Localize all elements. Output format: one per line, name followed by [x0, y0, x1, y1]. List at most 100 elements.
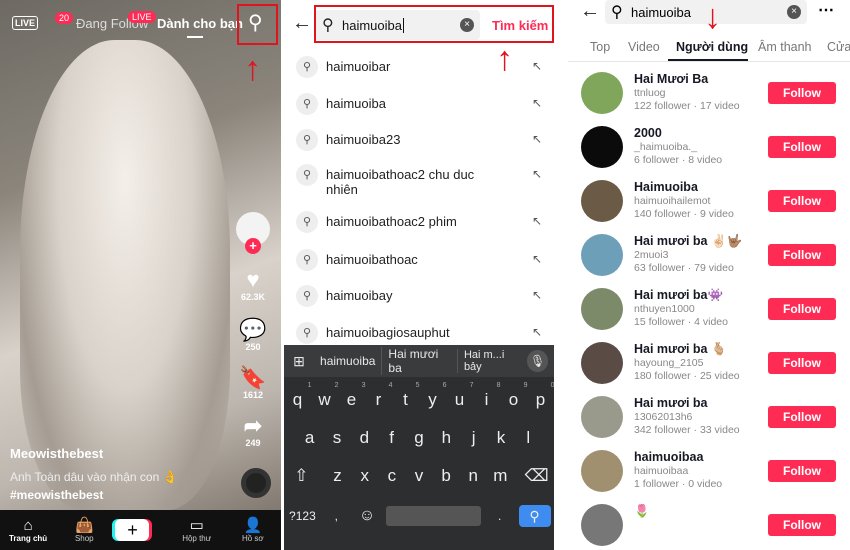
key-w[interactable]: w2	[313, 382, 338, 410]
user-row[interactable]: Haimuoiba haimuoihailemot 140 follower ·…	[568, 180, 850, 222]
key-u[interactable]: u7	[448, 382, 474, 410]
prediction[interactable]: Hai m...i bảy	[456, 349, 527, 373]
fill-arrow-icon[interactable]: ↖	[532, 59, 542, 73]
avatar[interactable]	[581, 450, 623, 492]
key-n[interactable]: n	[461, 466, 485, 486]
avatar[interactable]	[581, 288, 623, 330]
key-d[interactable]: d	[352, 428, 376, 448]
follow-button[interactable]: Follow	[768, 352, 836, 374]
key-f[interactable]: f	[380, 428, 404, 448]
share-button[interactable]: ➦ 249	[235, 414, 271, 449]
user-row[interactable]: haimuoibaa haimuoibaa 1 follower · 0 vid…	[568, 450, 850, 492]
tab-sounds[interactable]: Âm thanh	[758, 40, 812, 54]
creator-avatar[interactable]: +	[235, 212, 271, 254]
user-row[interactable]: Hai mươi ba ✌🏻🤟🏽 2muoi3 63 follower · 79…	[568, 234, 850, 276]
microphone-icon[interactable]: 🎙	[527, 350, 548, 372]
clear-icon[interactable]: ×	[787, 5, 801, 19]
key-k[interactable]: k	[489, 428, 513, 448]
avatar[interactable]	[581, 504, 623, 546]
key-q[interactable]: q1	[286, 382, 312, 410]
nav-inbox[interactable]: ▭ Hộp thư	[172, 517, 222, 543]
prediction[interactable]: haimuoiba	[314, 354, 381, 368]
fill-arrow-icon[interactable]: ↖	[532, 288, 542, 302]
follow-button[interactable]: Follow	[768, 298, 836, 320]
user-row[interactable]: Hai mươi ba👾 nthuyen1000 15 follower · 4…	[568, 288, 850, 330]
key-j[interactable]: j	[462, 428, 486, 448]
follow-button[interactable]: Follow	[768, 406, 836, 428]
suggestion-item[interactable]: ⚲ haimuoibathoac2 chu duc nhiên ↖	[284, 164, 554, 197]
follow-button[interactable]: Follow	[768, 244, 836, 266]
suggestion-item[interactable]: ⚲ haimuoiba ↖	[284, 93, 554, 117]
suggestion-item[interactable]: ⚲ haimuoiba23 ↖	[284, 129, 554, 153]
tab-top[interactable]: Top	[590, 40, 610, 54]
tab-users[interactable]: Người dùng	[676, 40, 748, 54]
key-i[interactable]: i8	[475, 382, 501, 410]
comma-key[interactable]: ,	[324, 509, 348, 523]
key-a[interactable]: a	[298, 428, 322, 448]
nav-shop[interactable]: 👜 Shop	[59, 517, 109, 543]
tab-video[interactable]: Video	[628, 40, 660, 54]
prediction[interactable]: Hai mươi ba	[381, 347, 457, 375]
fill-arrow-icon[interactable]: ↖	[532, 132, 542, 146]
follow-button[interactable]: Follow	[768, 514, 836, 536]
comment-button[interactable]: 💬 250	[235, 318, 271, 353]
search-key-icon[interactable]: ⚲	[518, 505, 551, 527]
key-o[interactable]: o9	[502, 382, 528, 410]
key-x[interactable]: x	[353, 466, 377, 486]
fill-arrow-icon[interactable]: ↖	[532, 167, 542, 181]
fill-arrow-icon[interactable]: ↖	[532, 252, 542, 266]
fill-arrow-icon[interactable]: ↖	[532, 96, 542, 110]
key-r[interactable]: r4	[367, 382, 393, 410]
key-z[interactable]: z	[326, 466, 350, 486]
avatar[interactable]	[581, 126, 623, 168]
key-p[interactable]: p0	[529, 382, 554, 410]
fill-arrow-icon[interactable]: ↖	[532, 325, 542, 339]
key-g[interactable]: g	[407, 428, 431, 448]
tab-shop[interactable]: Cửa	[827, 40, 850, 54]
symbols-key[interactable]: ?123	[287, 509, 317, 523]
avatar[interactable]	[581, 396, 623, 438]
period-key[interactable]: .	[488, 509, 512, 523]
key-t[interactable]: t5	[394, 382, 419, 410]
follow-button[interactable]: Follow	[768, 136, 836, 158]
suggestion-item[interactable]: ⚲ haimuoibathoac ↖	[284, 249, 554, 273]
back-arrow-icon[interactable]: ←	[580, 0, 600, 23]
tab-for-you[interactable]: Dành cho bạn	[157, 16, 243, 31]
suggestion-item[interactable]: ⚲ haimuoibagiosauphut ↖	[284, 322, 554, 346]
suggestion-item[interactable]: ⚲ haimuoibar ↖	[284, 56, 554, 80]
key-l[interactable]: l	[516, 428, 540, 448]
live-icon[interactable]: LIVE	[12, 16, 39, 30]
space-key[interactable]	[385, 506, 481, 526]
key-h[interactable]: h	[434, 428, 458, 448]
nav-home[interactable]: ⌂ Trang chủ	[3, 517, 53, 543]
apps-grid-icon[interactable]: ⊞	[284, 353, 314, 370]
nav-profile[interactable]: 👤 Hồ sơ	[228, 517, 278, 543]
music-disc-icon[interactable]	[241, 468, 271, 498]
key-v[interactable]: v	[407, 466, 431, 486]
nav-create[interactable]: +	[115, 519, 165, 541]
create-plus-icon[interactable]: +	[115, 519, 150, 541]
author-name[interactable]: Meowisthebest	[10, 446, 103, 461]
user-row[interactable]: Hai mươi ba 🫰🏼 hayoung_2105 180 follower…	[568, 342, 850, 384]
fill-arrow-icon[interactable]: ↖	[532, 214, 542, 228]
follow-plus-icon[interactable]: +	[245, 238, 261, 254]
suggestion-item[interactable]: ⚲ haimuoibay ↖	[284, 285, 554, 309]
key-e[interactable]: e3	[340, 382, 366, 410]
emoji-key-icon[interactable]: ☺	[355, 507, 379, 525]
hashtag-link[interactable]: #meowisthebest	[10, 488, 103, 502]
key-b[interactable]: b	[434, 466, 458, 486]
follow-button[interactable]: Follow	[768, 82, 836, 104]
key-m[interactable]: m	[488, 466, 512, 486]
suggestion-item[interactable]: ⚲ haimuoibathoac2 phim ↖	[284, 211, 554, 235]
key-s[interactable]: s	[325, 428, 349, 448]
avatar[interactable]	[581, 180, 623, 222]
save-button[interactable]: 🔖 1612	[235, 366, 271, 401]
follow-button[interactable]: Follow	[768, 460, 836, 482]
like-button[interactable]: ♥ 62.3K	[235, 268, 271, 303]
user-row[interactable]: Hai Mươi Ba ttnluog 122 follower · 17 vi…	[568, 72, 850, 114]
avatar[interactable]	[581, 342, 623, 384]
key-c[interactable]: c	[380, 466, 404, 486]
shift-key-icon[interactable]: ⇧	[289, 466, 313, 486]
user-row[interactable]: 2000 _haimuoiba._ 6 follower · 8 video F…	[568, 126, 850, 168]
backspace-key-icon[interactable]: ⌫	[525, 466, 549, 486]
